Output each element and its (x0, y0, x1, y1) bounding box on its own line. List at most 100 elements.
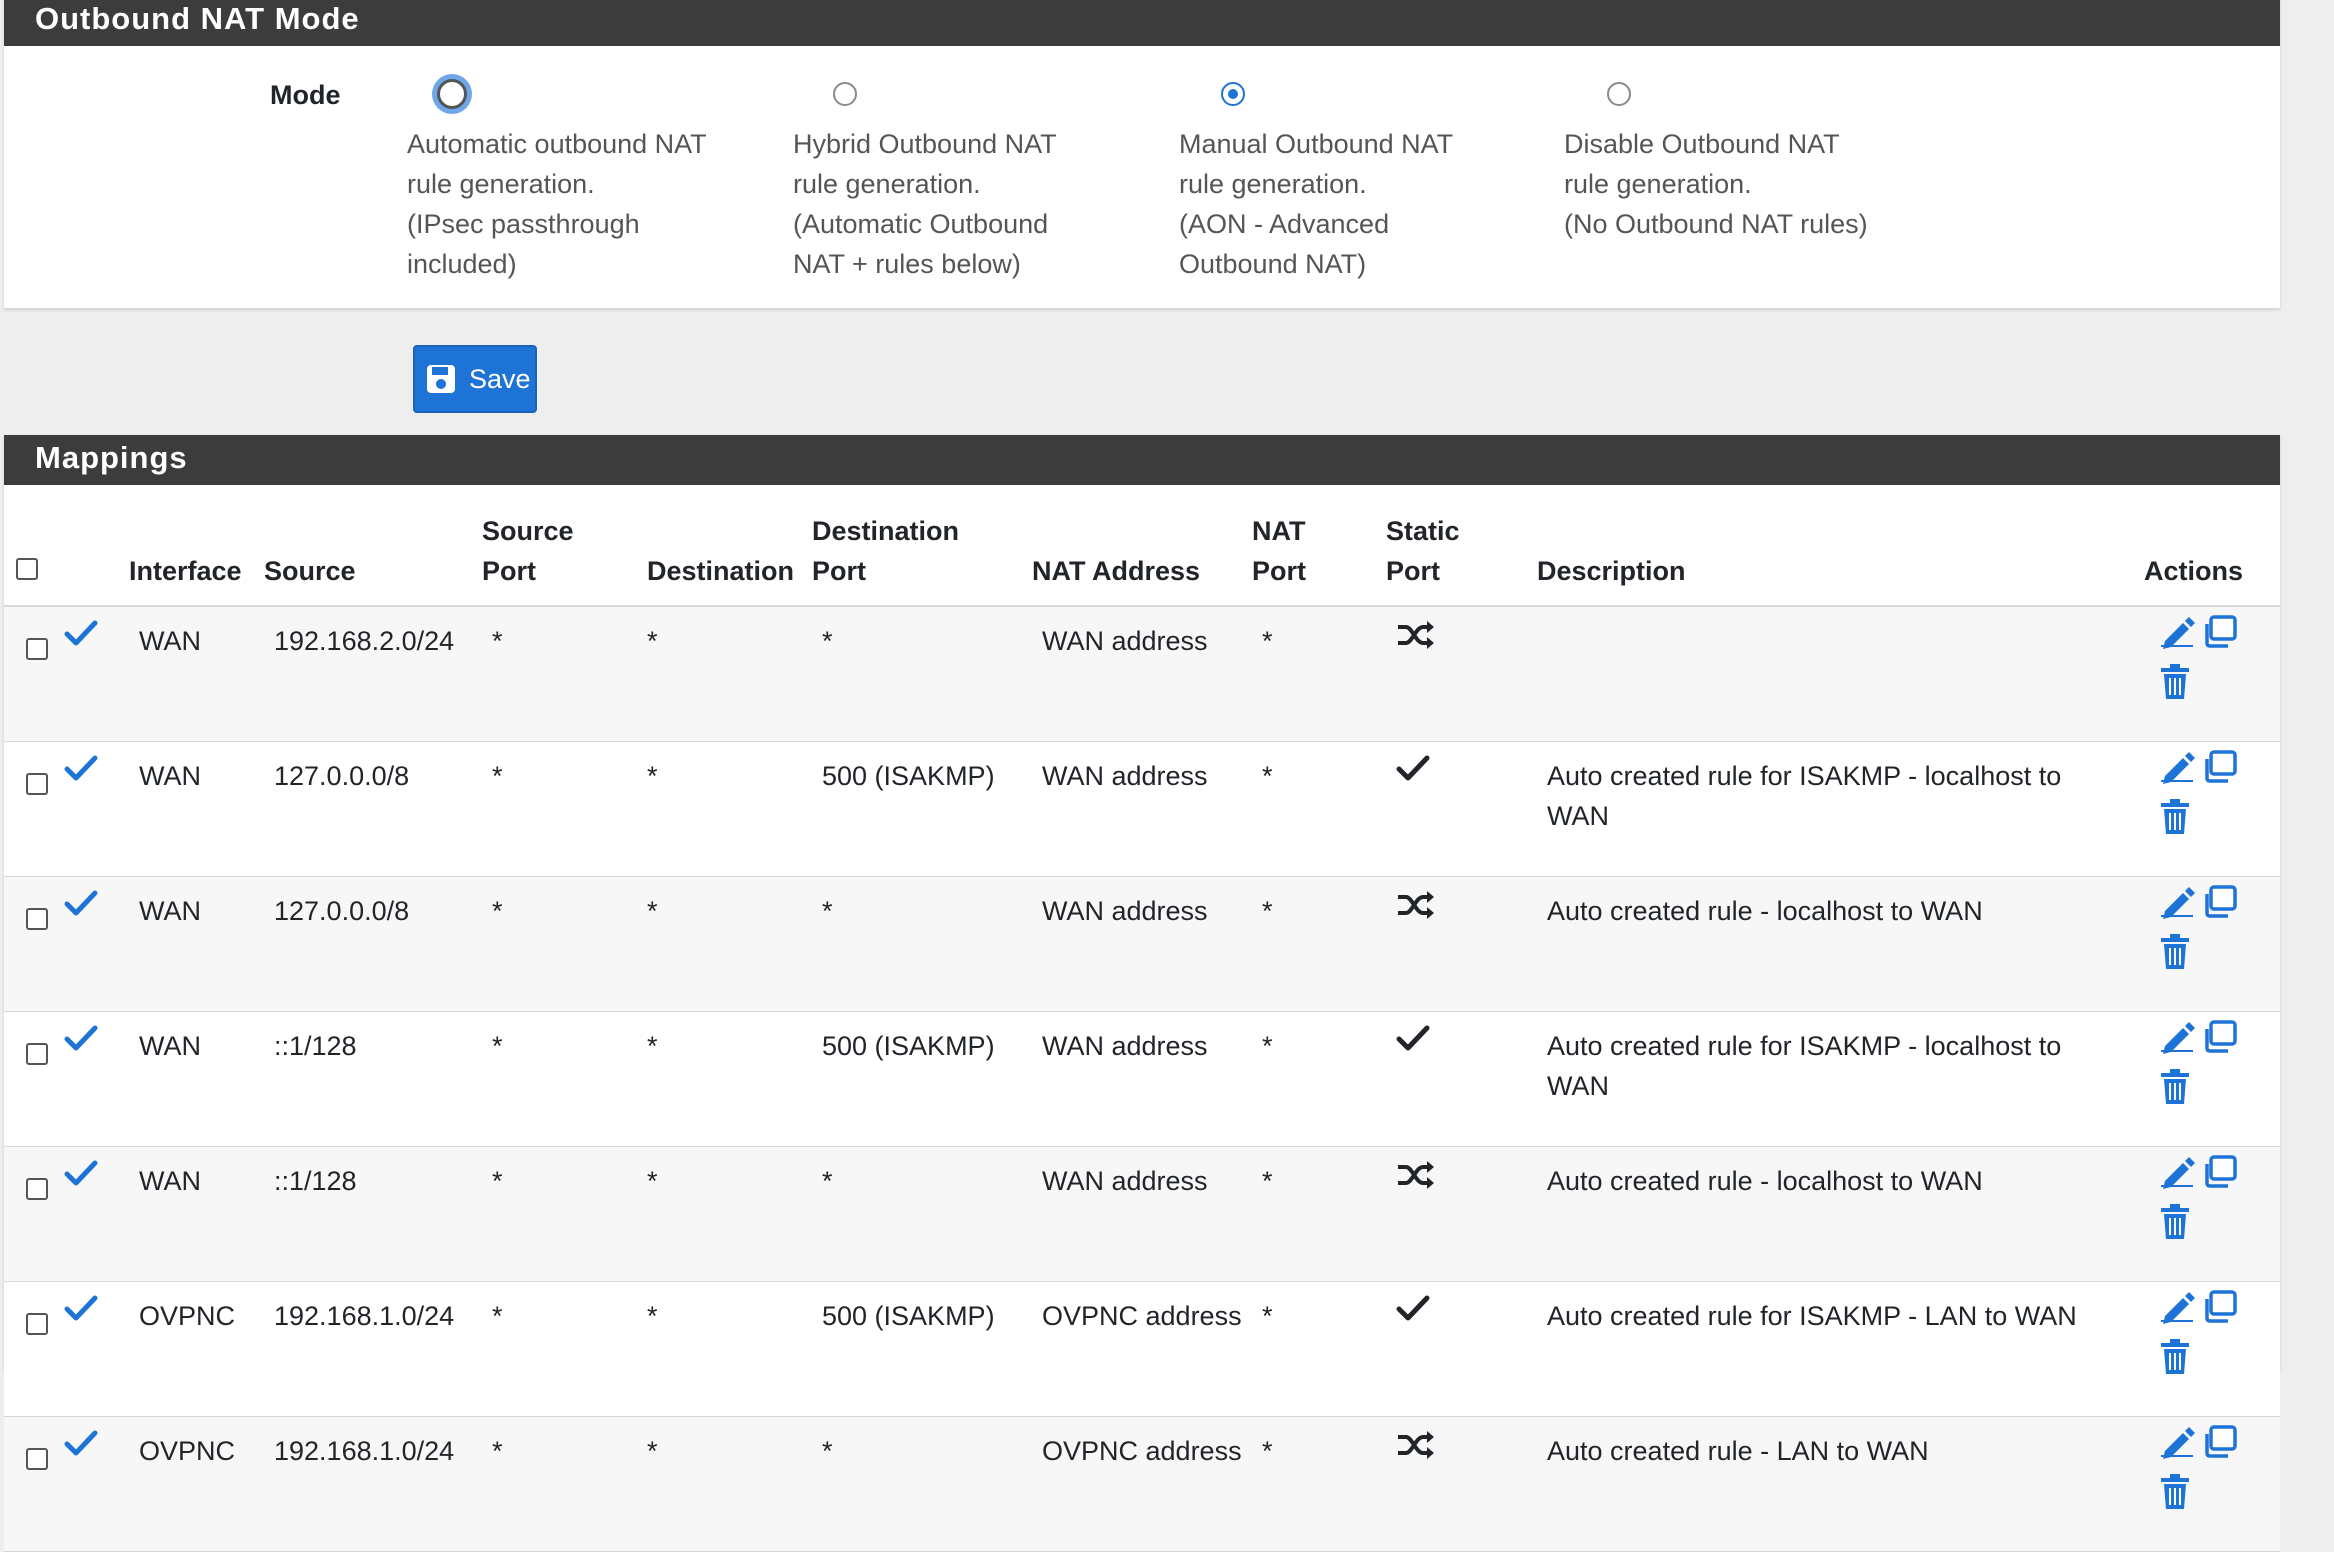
cell-source-port: * (482, 1146, 647, 1282)
row-checkbox[interactable] (26, 1448, 48, 1470)
edit-pencil-icon[interactable] (2159, 615, 2195, 660)
cell-destination: * (647, 1146, 812, 1282)
table-row[interactable]: WAN 127.0.0.0/8 * * * WAN address * Auto create… (4, 876, 2280, 1012)
row-checkbox[interactable] (26, 908, 48, 930)
radio-manual[interactable] (1221, 82, 1245, 106)
save-button[interactable]: Save (413, 345, 537, 413)
cell-description: Auto created rule - LAN to WAN (1537, 1416, 2144, 1552)
cell-source: ::1/128 (264, 1146, 482, 1282)
edit-pencil-icon[interactable] (2159, 750, 2195, 795)
table-row[interactable]: OVPNC 192.168.1.0/24 * * 500 (ISAKMP) OVPNC a… (4, 1281, 2280, 1417)
copy-icon[interactable] (2201, 615, 2237, 660)
enabled-check-icon[interactable] (64, 1430, 98, 1465)
delete-trash-icon[interactable] (2159, 664, 2191, 711)
cell-description (1537, 606, 2144, 742)
header-nat-port[interactable]: NAT Port (1252, 492, 1386, 607)
radio-automatic[interactable] (437, 79, 467, 109)
edit-pencil-icon[interactable] (2159, 1020, 2195, 1065)
delete-trash-icon[interactable] (2159, 934, 2191, 981)
edit-pencil-icon[interactable] (2159, 1425, 2195, 1470)
copy-icon[interactable] (2201, 1425, 2237, 1470)
header-source-port-line1: Source (482, 516, 574, 546)
mappings-panel: Mappings Interface Source Source Port Des… (4, 435, 2280, 1552)
header-static-port-line2: Port (1386, 556, 1440, 586)
enabled-check-icon[interactable] (64, 1295, 98, 1330)
row-checkbox[interactable] (26, 1043, 48, 1065)
select-all-checkbox[interactable] (16, 558, 38, 580)
cell-nat-port: * (1252, 1416, 1386, 1552)
enabled-check-icon[interactable] (64, 755, 98, 790)
row-checkbox[interactable] (26, 1313, 48, 1335)
cell-source: 192.168.2.0/24 (264, 606, 482, 742)
delete-trash-icon[interactable] (2159, 1474, 2191, 1521)
header-source-port[interactable]: Source Port (482, 492, 647, 607)
outbound-nat-heading: Outbound NAT Mode (4, 0, 2280, 46)
header-interface[interactable]: Interface (129, 492, 264, 607)
header-nat-port-line2: Port (1252, 556, 1306, 586)
copy-icon[interactable] (2201, 1020, 2237, 1065)
cell-nat-port: * (1252, 1281, 1386, 1417)
cell-interface: WAN (129, 741, 264, 877)
table-row[interactable]: WAN::1/128 * * * WAN address * Auto created ru… (4, 1146, 2280, 1282)
static-port-shuffle-icon (1396, 621, 1436, 657)
table-row[interactable]: WAN 127.0.0.0/8 * * 500 (ISAKMP) WAN address *… (4, 741, 2280, 877)
cell-nat-port: * (1252, 606, 1386, 742)
static-port-check-icon (1396, 1295, 1430, 1330)
row-checkbox[interactable] (26, 1178, 48, 1200)
copy-icon[interactable] (2201, 1290, 2237, 1335)
copy-icon[interactable] (2201, 1155, 2237, 1200)
enabled-check-icon[interactable] (64, 620, 98, 655)
delete-trash-icon[interactable] (2159, 1069, 2191, 1116)
cell-description: Auto created rule for ISAKMP - localhost… (1537, 741, 2144, 877)
header-description[interactable]: Description (1537, 492, 2144, 607)
table-row[interactable]: WAN::1/128 * * 500 (ISAKMP) WAN address * Auto… (4, 1011, 2280, 1147)
enabled-check-icon[interactable] (64, 1025, 98, 1060)
table-row[interactable]: WAN 192.168.2.0/24 * * * WAN address * (4, 606, 2280, 742)
delete-trash-icon[interactable] (2159, 1339, 2191, 1386)
cell-nat-port: * (1252, 876, 1386, 1012)
cell-destination-port: 500 (ISAKMP) (812, 1011, 1032, 1147)
enabled-check-icon[interactable] (64, 890, 98, 925)
edit-pencil-icon[interactable] (2159, 1290, 2195, 1335)
header-destination[interactable]: Destination (647, 492, 812, 607)
cell-source: 192.168.1.0/24 (264, 1416, 482, 1552)
header-source[interactable]: Source (264, 492, 482, 607)
mode-label: Mode (270, 80, 341, 110)
header-nat-address[interactable]: NAT Address (1032, 492, 1252, 607)
cell-interface: WAN (129, 606, 264, 742)
cell-destination-port: * (812, 876, 1032, 1012)
copy-icon[interactable] (2201, 750, 2237, 795)
edit-pencil-icon[interactable] (2159, 1155, 2195, 1200)
cell-nat-address: WAN address (1032, 1011, 1252, 1147)
cell-nat-address: WAN address (1032, 876, 1252, 1012)
row-checkbox[interactable] (26, 638, 48, 660)
header-static-port-line1: Static (1386, 516, 1460, 546)
cell-interface: WAN (129, 876, 264, 1012)
cell-source-port: * (482, 876, 647, 1012)
row-checkbox[interactable] (26, 773, 48, 795)
enabled-check-icon[interactable] (64, 1160, 98, 1195)
cell-destination-port: * (812, 1416, 1032, 1552)
table-row[interactable]: OVPNC 192.168.1.0/24 * * * OVPNC address * Auto… (4, 1416, 2280, 1552)
cell-destination: * (647, 1281, 812, 1417)
header-static-port[interactable]: Static Port (1386, 492, 1537, 607)
cell-destination: * (647, 876, 812, 1012)
header-destination-port[interactable]: Destination Port (812, 492, 1032, 607)
cell-destination: * (647, 606, 812, 742)
cell-nat-port: * (1252, 1146, 1386, 1282)
mappings-heading: Mappings (4, 435, 2280, 485)
static-port-shuffle-icon (1396, 1431, 1436, 1467)
cell-source-port: * (482, 1281, 647, 1417)
cell-destination-port: 500 (ISAKMP) (812, 1281, 1032, 1417)
edit-pencil-icon[interactable] (2159, 885, 2195, 930)
mode-text-manual: Manual Outbound NAT rule generation. (AO… (1179, 129, 1454, 279)
cell-destination-port: * (812, 1146, 1032, 1282)
cell-source-port: * (482, 1011, 647, 1147)
delete-trash-icon[interactable] (2159, 799, 2191, 846)
copy-icon[interactable] (2201, 885, 2237, 930)
delete-trash-icon[interactable] (2159, 1204, 2191, 1251)
radio-disable[interactable] (1607, 82, 1631, 106)
cell-description: Auto created rule - localhost to WAN (1537, 876, 2144, 1012)
cell-interface: WAN (129, 1146, 264, 1282)
radio-hybrid[interactable] (833, 82, 857, 106)
